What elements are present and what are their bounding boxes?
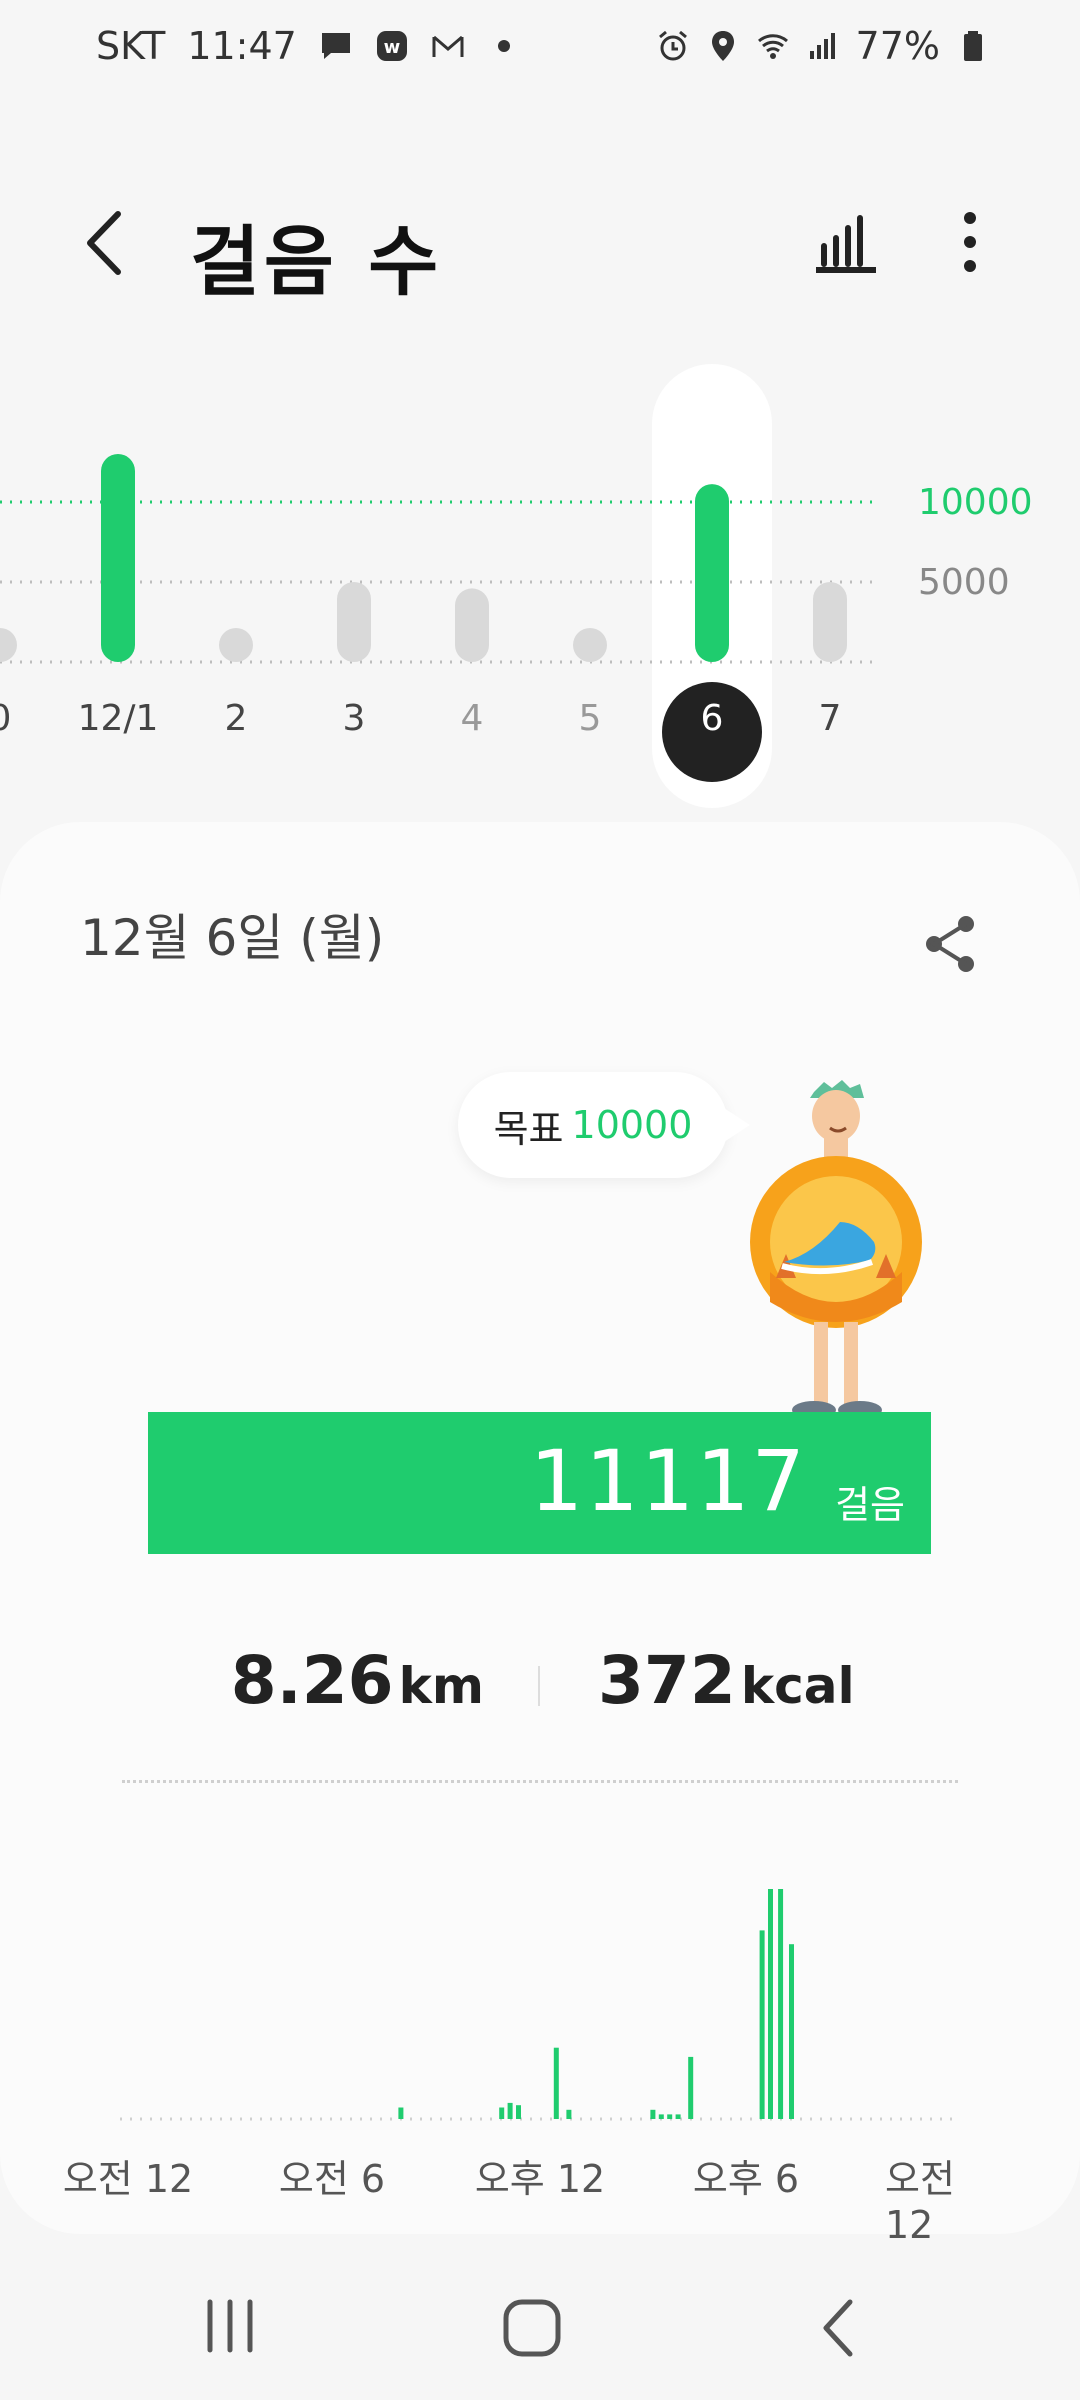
day-bar-5[interactable] <box>455 588 489 662</box>
battery-percent: 77% <box>855 24 940 68</box>
day-label-6[interactable]: 5 <box>579 698 602 739</box>
day-label-1[interactable]: 0 <box>0 698 11 739</box>
day-bar-7[interactable] <box>695 484 729 662</box>
hourly-bar-13 <box>768 1889 773 2119</box>
location-icon <box>711 31 734 61</box>
day-label-3[interactable]: 2 <box>225 698 248 739</box>
more-vertical-icon[interactable] <box>950 210 990 274</box>
hourly-bar-8 <box>658 2114 664 2119</box>
mid-axis-label: 5000 <box>918 562 1010 603</box>
hourly-bar-14 <box>778 1889 784 2119</box>
section-divider <box>122 1780 958 1783</box>
time-label-3: 오후 12 <box>474 2157 606 2201</box>
w-app-icon: w <box>376 31 407 61</box>
hourly-bar-12 <box>759 1930 765 2119</box>
calories-unit: kcal <box>740 1657 855 1715</box>
hourly-bar-6 <box>566 2109 572 2119</box>
goal-bubble: 목표 10000 <box>458 1072 750 1178</box>
battery-icon <box>964 31 982 61</box>
clock: 11:47 <box>187 24 297 68</box>
day-label-4[interactable]: 3 <box>343 698 366 739</box>
dot-icon <box>497 40 510 52</box>
time-label-1: 오전 12 <box>62 2157 194 2201</box>
alarm-icon <box>658 30 687 61</box>
calories-stat: 372 kcal <box>598 1642 855 1719</box>
distance-unit: km <box>398 1657 484 1715</box>
wifi-icon <box>757 34 788 59</box>
hourly-bar-1 <box>398 2107 404 2119</box>
carrier-label: SKT <box>96 24 166 68</box>
time-label-2: 오전 6 <box>278 2157 386 2201</box>
goal-axis-label: 10000 <box>918 482 1033 523</box>
page-title: 걸음 수 <box>190 217 443 306</box>
distance-stat: 8.26 km <box>231 1642 484 1719</box>
navigation-bar <box>0 2260 1080 2400</box>
selected-date: 12월 6일 (월) <box>80 909 385 967</box>
steps-unit: 걸음 <box>835 1483 905 1527</box>
time-label-4: 오후 6 <box>692 2157 800 2201</box>
hourly-bar-9 <box>667 2114 673 2119</box>
hourly-bar-10 <box>675 2114 681 2119</box>
day-bar-6[interactable] <box>573 628 607 662</box>
time-label-5: 오전 12 <box>885 2157 955 2247</box>
steps-value: 11117 <box>529 1432 807 1530</box>
day-bar-8[interactable] <box>813 582 847 662</box>
hourly-bar-15 <box>789 1944 794 2119</box>
stats-divider <box>538 1666 540 1706</box>
nav-back-icon[interactable] <box>816 2296 860 2360</box>
goal-prefix: 목표 <box>493 1106 564 1151</box>
day-bar-1[interactable] <box>0 628 17 662</box>
gmail-icon <box>432 35 464 57</box>
hourly-bar-5 <box>553 2047 559 2119</box>
hourly-bar-2 <box>499 2107 505 2119</box>
day-label-7[interactable]: 6 <box>701 698 724 739</box>
home-icon[interactable] <box>500 2296 564 2360</box>
hourly-bar-11 <box>688 2056 694 2119</box>
mascot-illustration <box>750 1080 922 1419</box>
signal-icon <box>809 33 835 59</box>
message-icon <box>321 33 350 59</box>
day-bar-4[interactable] <box>337 582 371 662</box>
day-label-5[interactable]: 4 <box>461 698 484 739</box>
hourly-bar-7 <box>650 2109 656 2119</box>
calories-value: 372 <box>598 1642 736 1719</box>
day-label-8[interactable]: 7 <box>819 698 842 739</box>
back-arrow-icon[interactable] <box>80 208 130 278</box>
status-bar: SKT 11:47 w 77% <box>0 0 1080 100</box>
recent-apps-icon[interactable] <box>200 2296 260 2356</box>
hourly-bar-4 <box>516 2105 521 2119</box>
day-detail-card: 12월 6일 (월) 목표 10000 11117 걸음 8.26 km 372… <box>0 822 1080 2247</box>
app-header: 걸음 수 <box>0 170 1080 320</box>
hourly-bar-3 <box>507 2102 513 2119</box>
bar-chart-icon[interactable] <box>814 210 878 274</box>
hourly-steps-chart[interactable] <box>120 1862 960 2162</box>
share-icon[interactable] <box>920 912 984 976</box>
stats-row: 8.26 km 372 kcal <box>0 1642 1080 1742</box>
steps-total-bar: 11117 걸음 <box>148 1412 931 1554</box>
day-bar-2[interactable] <box>101 454 135 662</box>
day-label-2[interactable]: 12/1 <box>78 698 159 739</box>
goal-value: 10000 <box>571 1103 693 1147</box>
weekly-steps-chart[interactable]: 10000 5000 0 12/1 2 3 4 5 6 7 <box>0 350 1080 810</box>
svg-text:w: w <box>384 37 401 58</box>
distance-value: 8.26 <box>230 1642 394 1719</box>
day-bar-3[interactable] <box>219 628 253 662</box>
